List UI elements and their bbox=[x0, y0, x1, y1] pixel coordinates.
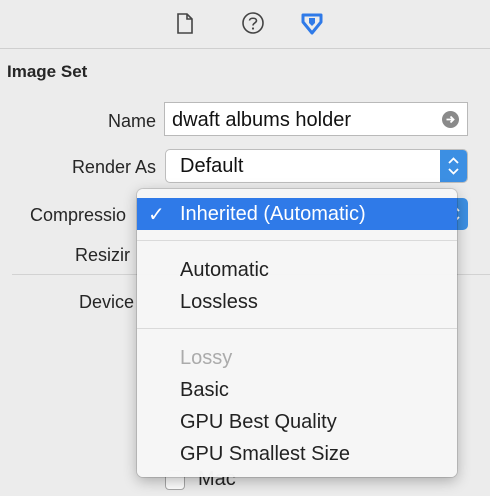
menu-item-automatic[interactable]: Automatic bbox=[137, 254, 457, 286]
menu-item-lossless[interactable]: Lossless bbox=[137, 286, 457, 318]
menu-item-label: Inherited (Automatic) bbox=[180, 203, 366, 225]
menu-item-label: Automatic bbox=[180, 259, 269, 281]
popup-stepper bbox=[440, 150, 467, 182]
menu-item-label: GPU Smallest Size bbox=[180, 443, 351, 465]
menu-item-inherited-automatic[interactable]: ✓ Inherited (Automatic) bbox=[137, 198, 457, 230]
inspector-toolbar bbox=[0, 0, 490, 48]
resizing-label: Resizir bbox=[75, 245, 131, 265]
menu-item-gpu-best-quality[interactable]: GPU Best Quality bbox=[137, 406, 457, 438]
menu-separator bbox=[137, 328, 457, 329]
devices-label: Device bbox=[79, 292, 135, 312]
menu-separator bbox=[137, 240, 457, 241]
menu-item-label: Lossless bbox=[180, 291, 258, 313]
chevron-up-down-icon bbox=[448, 157, 459, 175]
checkmark-icon: ✓ bbox=[148, 204, 165, 226]
render-as-popup[interactable]: Default bbox=[165, 149, 468, 183]
arrow-right-circle-icon[interactable] bbox=[442, 111, 459, 128]
name-label: Name bbox=[107, 111, 156, 131]
menu-item-gpu-smallest-size[interactable]: GPU Smallest Size bbox=[137, 438, 457, 470]
quick-help-icon[interactable] bbox=[239, 9, 267, 37]
toolbar-divider bbox=[0, 48, 490, 49]
menu-item-label: GPU Best Quality bbox=[180, 411, 337, 433]
name-value: dwaft albums holder bbox=[172, 109, 351, 131]
render-as-label: Render As bbox=[71, 157, 156, 177]
section-title: Image Set bbox=[7, 62, 88, 81]
compression-dropdown-menu: ✓ Inherited (Automatic) Automatic Lossle… bbox=[137, 189, 457, 477]
attributes-inspector-icon[interactable] bbox=[298, 9, 326, 37]
menu-item-label: Basic bbox=[180, 379, 229, 401]
menu-header-label: Lossy bbox=[180, 347, 233, 369]
compression-label: Compressio bbox=[30, 205, 127, 225]
name-field[interactable]: dwaft albums holder bbox=[164, 102, 468, 136]
render-as-value: Default bbox=[180, 155, 244, 177]
file-inspector-icon[interactable] bbox=[170, 9, 198, 37]
menu-header-lossy: Lossy bbox=[137, 342, 457, 374]
menu-item-basic[interactable]: Basic bbox=[137, 374, 457, 406]
